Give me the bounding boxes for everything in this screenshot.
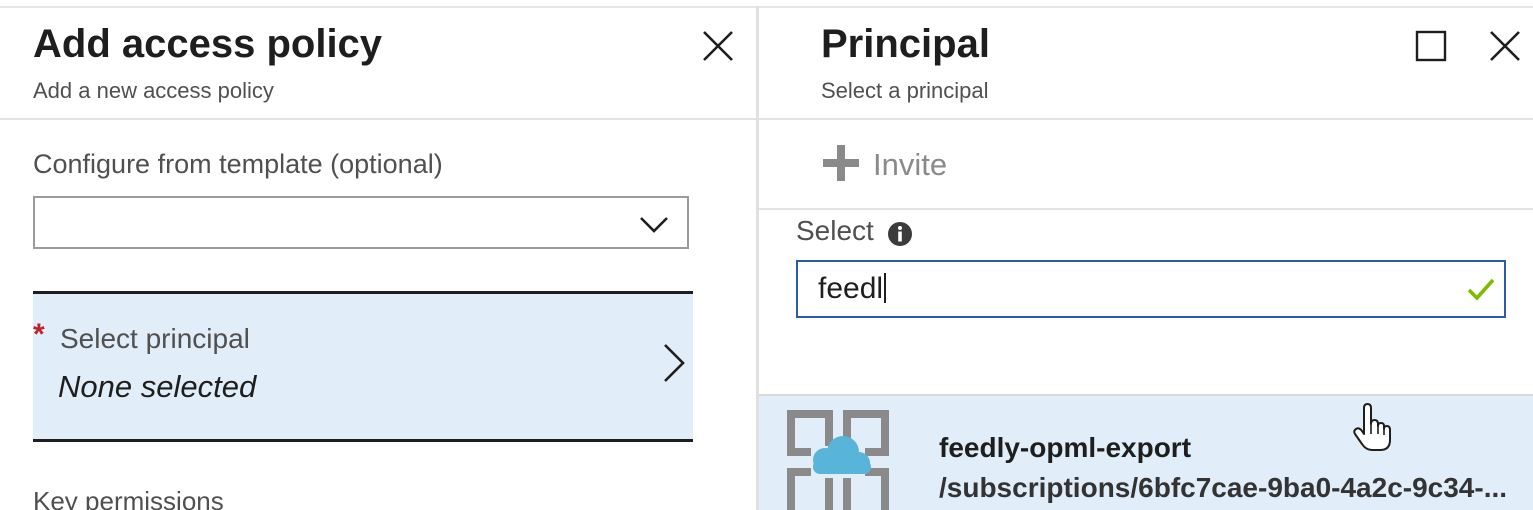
close-icon <box>703 31 733 61</box>
checkmark-icon <box>1467 278 1495 301</box>
chevron-right-icon <box>664 344 685 382</box>
toolbar-separator <box>759 208 1533 210</box>
principal-blade: Principal Select a principal Invite Sele… <box>759 8 1533 510</box>
invite-label: Invite <box>873 147 948 182</box>
key-permissions-label: Key permissions <box>33 486 224 510</box>
selected-principal-value: None selected <box>58 369 257 404</box>
blade-subtitle: Add a new access policy <box>33 78 274 103</box>
search-result-item[interactable]: feedly-opml-export /subscriptions/6bfc7c… <box>759 394 1533 510</box>
blade-title: Add access policy <box>33 22 383 66</box>
template-label: Configure from template (optional) <box>33 149 443 179</box>
app-registration-icon <box>787 410 889 510</box>
select-principal-label: Select principal <box>60 323 250 354</box>
select-label: Select <box>796 215 874 246</box>
plus-icon <box>823 145 859 181</box>
result-path: /subscriptions/6bfc7cae-9ba0-4a2c-9c34-.… <box>939 472 1508 503</box>
add-access-policy-blade: Add access policy Add a new access polic… <box>0 8 757 510</box>
header-separator <box>0 118 757 120</box>
blade-subtitle: Select a principal <box>821 78 989 103</box>
close-icon <box>1490 31 1520 61</box>
header-separator <box>759 118 1533 120</box>
required-marker: * <box>33 318 45 351</box>
chevron-down-icon <box>640 217 668 233</box>
info-icon[interactable] <box>887 221 913 247</box>
maximize-icon <box>1415 30 1447 62</box>
result-name: feedly-opml-export <box>939 432 1192 463</box>
close-blade-button[interactable] <box>698 26 738 66</box>
hand-pointer-icon <box>1353 403 1391 451</box>
close-blade-button[interactable] <box>1485 26 1525 66</box>
principal-search-input[interactable]: feedl <box>796 260 1506 318</box>
select-principal-row[interactable]: * Select principal None selected <box>33 291 693 442</box>
maximize-blade-button[interactable] <box>1411 26 1451 66</box>
text-caret <box>884 273 887 303</box>
search-input-value: feedl <box>818 272 884 305</box>
blade-title: Principal <box>821 22 990 66</box>
template-dropdown[interactable] <box>33 196 689 249</box>
